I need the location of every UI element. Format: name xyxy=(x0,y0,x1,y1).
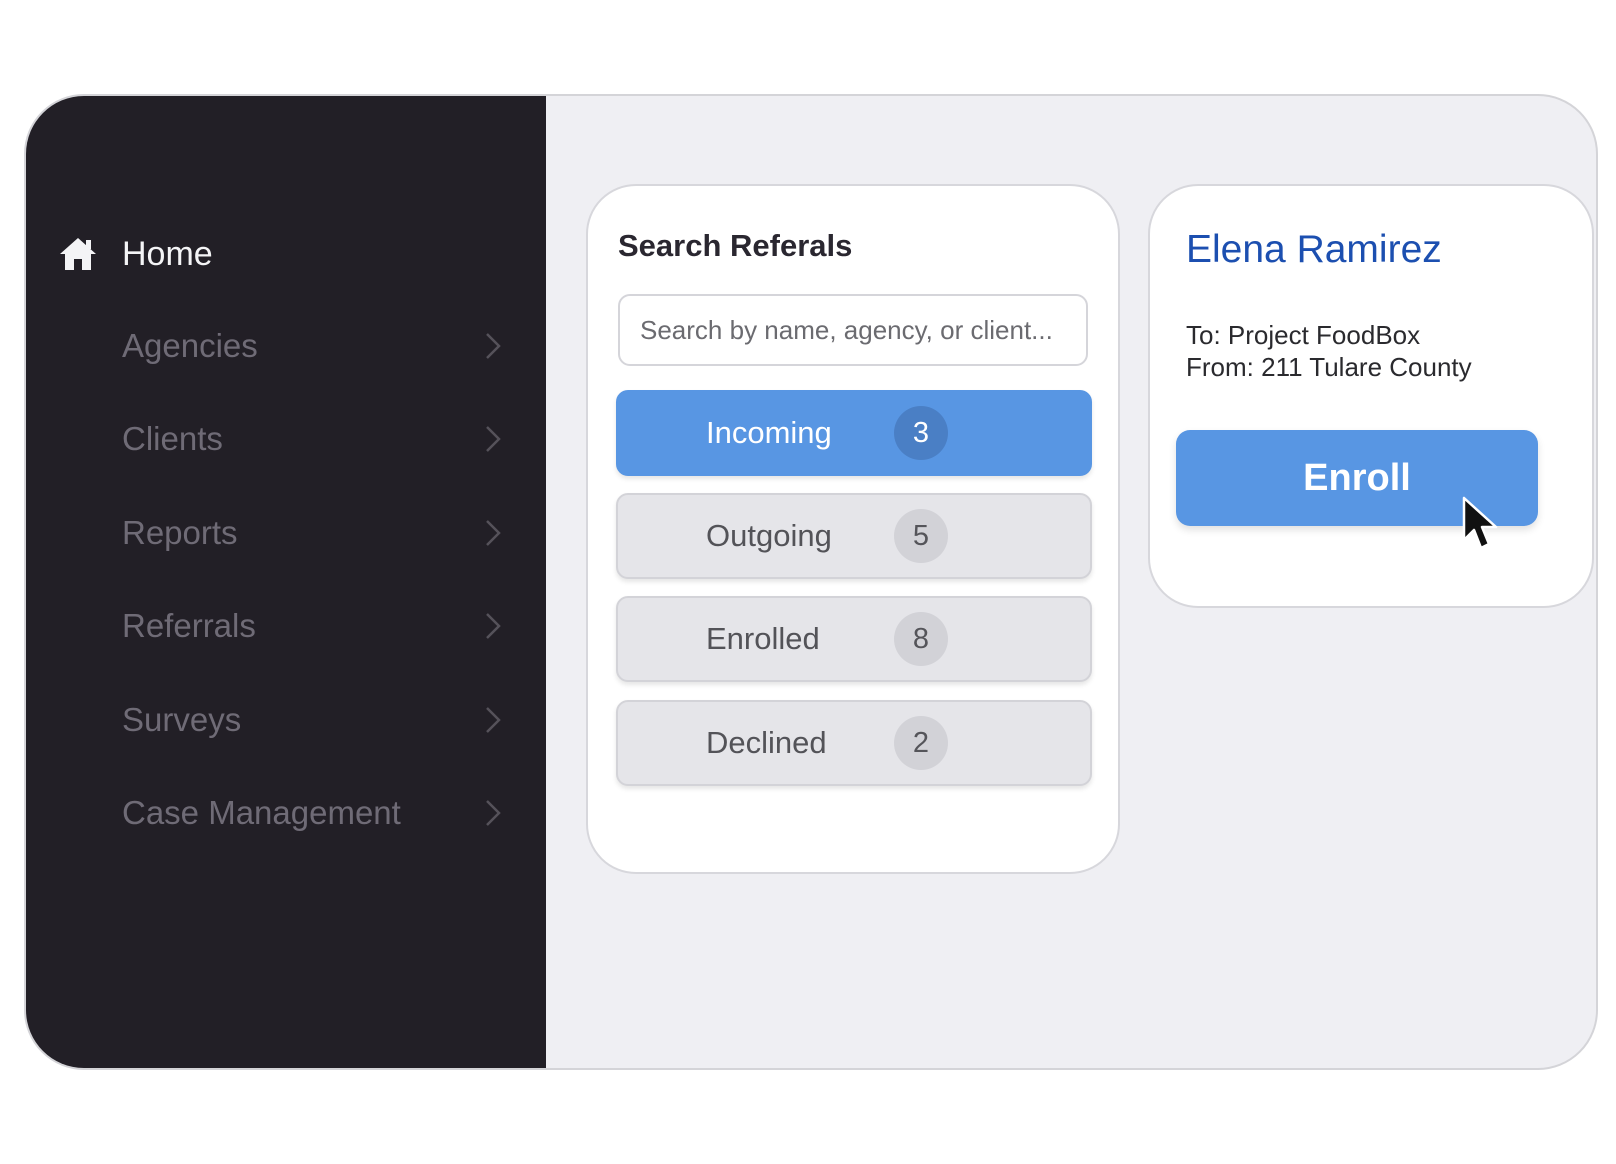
filter-label: Incoming xyxy=(706,415,832,450)
sidebar-item-surveys[interactable]: Surveys xyxy=(122,690,502,750)
count-badge: 2 xyxy=(894,716,948,770)
filter-declined[interactable]: Declined 2 xyxy=(616,700,1092,786)
sidebar-item-clients[interactable]: Clients xyxy=(122,409,502,469)
home-icon xyxy=(60,238,96,270)
sidebar-item-label: Referrals xyxy=(122,607,256,644)
chevron-right-icon xyxy=(486,613,501,639)
sidebar-item-case-management[interactable]: Case Management xyxy=(122,783,502,843)
sidebar-item-label: Agencies xyxy=(122,327,258,364)
filter-incoming[interactable]: Incoming 3 xyxy=(616,390,1092,476)
search-referrals-panel: Search Referals Incoming 3 Outgoing 5 En… xyxy=(586,184,1120,874)
sidebar-item-label: Case Management xyxy=(122,794,401,831)
search-input[interactable] xyxy=(618,294,1088,366)
sidebar-item-referrals[interactable]: Referrals xyxy=(122,596,502,656)
sidebar-item-home[interactable]: Home xyxy=(58,234,213,274)
filter-enrolled[interactable]: Enrolled 8 xyxy=(616,596,1092,682)
chevron-right-icon xyxy=(486,333,501,359)
filter-label: Outgoing xyxy=(706,518,832,553)
chevron-right-icon xyxy=(486,520,501,546)
sidebar-item-label: Clients xyxy=(122,420,223,457)
chevron-right-icon xyxy=(486,707,501,733)
filter-label: Enrolled xyxy=(706,621,820,656)
sidebar-item-label: Surveys xyxy=(122,701,242,738)
referral-detail-card: Elena Ramirez To: Project FoodBox From: … xyxy=(1148,184,1594,608)
referral-to: To: Project FoodBox xyxy=(1186,320,1421,350)
referral-from: From: 211 Tulare County xyxy=(1186,352,1472,382)
panel-title: Search Referals xyxy=(618,228,853,263)
sidebar-item-reports[interactable]: Reports xyxy=(122,503,502,563)
count-badge: 5 xyxy=(894,509,948,563)
count-badge: 3 xyxy=(894,406,948,460)
sidebar-item-label: Reports xyxy=(122,514,238,551)
sidebar-item-agencies[interactable]: Agencies xyxy=(122,316,502,376)
filter-label: Declined xyxy=(706,725,827,760)
mouse-cursor-icon xyxy=(1462,496,1498,550)
sidebar-item-label: Home xyxy=(122,234,213,273)
count-badge: 8 xyxy=(894,612,948,666)
client-name[interactable]: Elena Ramirez xyxy=(1186,228,1442,272)
filter-outgoing[interactable]: Outgoing 5 xyxy=(616,493,1092,579)
sidebar: Home Agencies Clients Reports Referrals … xyxy=(26,96,546,1068)
chevron-right-icon xyxy=(486,426,501,452)
app-window: Home Agencies Clients Reports Referrals … xyxy=(24,94,1598,1070)
chevron-right-icon xyxy=(486,800,501,826)
